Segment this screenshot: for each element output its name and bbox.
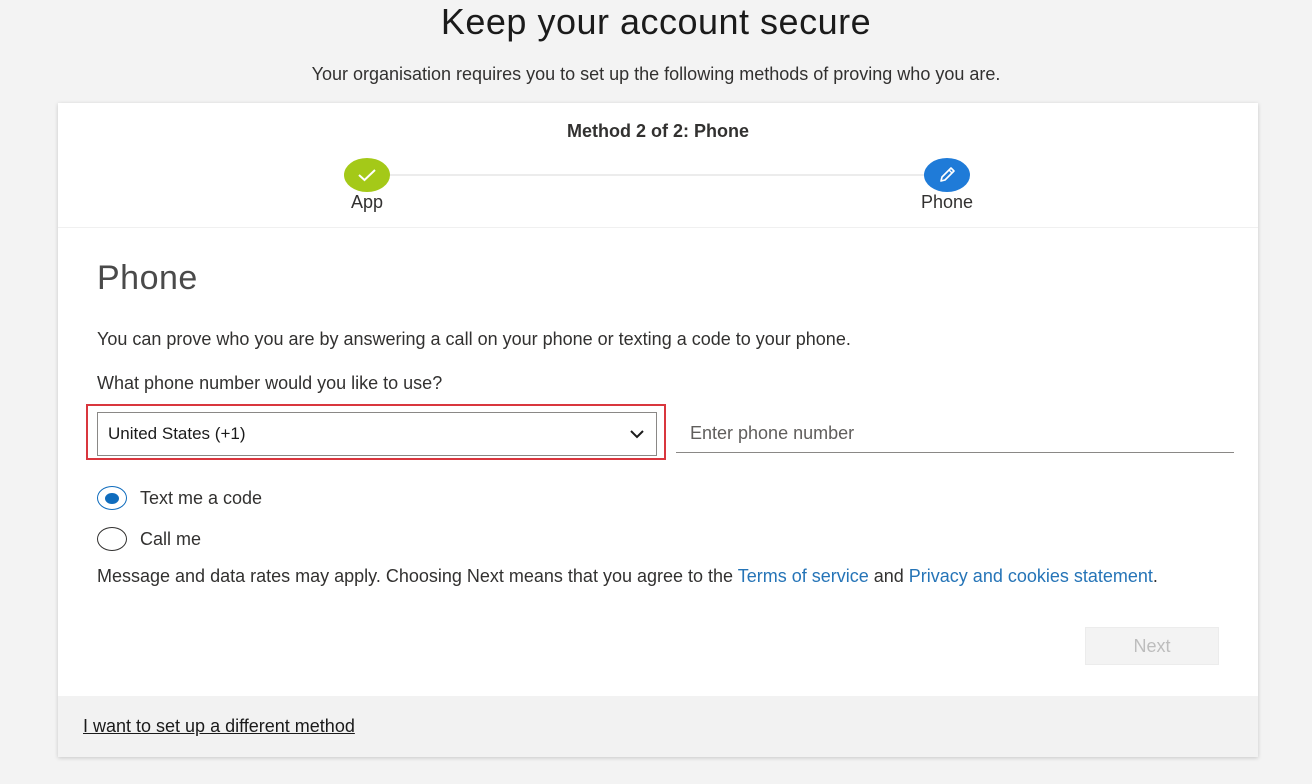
section-heading: Phone <box>97 259 198 297</box>
privacy-cookies-link[interactable]: Privacy and cookies statement <box>909 566 1153 586</box>
radio-option-text-me[interactable]: Text me a code <box>97 486 262 510</box>
country-code-value: United States (+1) <box>108 424 246 443</box>
disclaimer-text: Message and data rates may apply. Choosi… <box>97 565 1227 587</box>
phone-number-input[interactable] <box>676 415 1234 453</box>
method-label: Method 2 of 2: Phone <box>567 121 749 141</box>
setup-card: Method 2 of 2: Phone App Phone Phone You… <box>58 103 1258 757</box>
method-description: You can prove who you are by answering a… <box>97 329 851 349</box>
pencil-icon <box>940 167 955 182</box>
radio-option-call-me[interactable]: Call me <box>97 527 201 551</box>
radio-label-text-me: Text me a code <box>140 487 263 508</box>
disclaimer-text-between: and <box>868 566 909 586</box>
different-method-link[interactable]: I want to set up a different method <box>83 716 355 737</box>
step-phone-indicator <box>924 158 970 192</box>
chevron-down-icon <box>630 430 644 439</box>
progress-stepper: Method 2 of 2: Phone App Phone <box>58 103 1258 228</box>
disclaimer-text-before: Message and data rates may apply. Choosi… <box>97 566 738 586</box>
page-title: Keep your account secure <box>440 1 872 42</box>
step-app-label: App <box>350 192 384 212</box>
step-phone-label: Phone <box>920 192 974 212</box>
country-code-dropdown[interactable]: United States (+1) <box>97 412 657 456</box>
terms-of-service-link[interactable]: Terms of service <box>738 566 869 586</box>
next-button[interactable]: Next <box>1085 627 1219 665</box>
step-connector-line <box>367 174 947 176</box>
radio-unchecked-icon[interactable] <box>97 527 127 551</box>
checkmark-icon <box>358 169 376 182</box>
card-footer: I want to set up a different method <box>58 696 1258 757</box>
disclaimer-text-after: . <box>1152 566 1158 586</box>
phone-number-question: What phone number would you like to use? <box>97 373 443 393</box>
step-app-indicator <box>344 158 390 192</box>
radio-checked-icon[interactable] <box>97 486 127 510</box>
radio-dot <box>105 492 119 504</box>
radio-label-call-me: Call me <box>140 528 202 549</box>
page-subtitle: Your organisation requires you to set up… <box>311 64 1001 84</box>
